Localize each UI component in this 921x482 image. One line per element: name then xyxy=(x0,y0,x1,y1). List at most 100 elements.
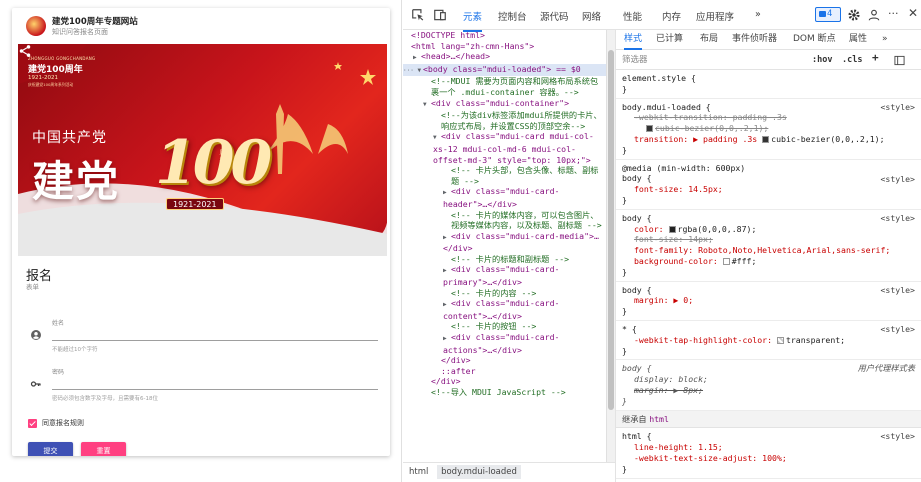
rule-source[interactable]: <style> xyxy=(880,213,915,224)
password-help: 密码必须包含数字及字母，且需要有6-18位 xyxy=(52,396,158,402)
dom-close-div-1[interactable]: </div> xyxy=(403,355,606,366)
dom-close-div-2[interactable]: </div> xyxy=(403,376,606,387)
tab-application[interactable]: 应用程序 xyxy=(696,9,734,23)
dom-head[interactable]: ▶ <head>…</head> xyxy=(403,51,606,64)
rule-media-body[interactable]: @media (min-width: 600px) body { <style>… xyxy=(616,160,921,210)
rule-universal[interactable]: * { <style> -webkit-tap-highlight-color:… xyxy=(616,321,921,361)
tab-sources[interactable]: 源代码 xyxy=(540,9,569,23)
name-field[interactable]: 姓名 不能超过10个字符 xyxy=(52,318,378,353)
devtools-toolbar: 元素 控制台 源代码 网络 性能 内存 应用程序 » 4 ··· ✕ xyxy=(403,0,921,32)
crumb-body[interactable]: body.mdui-loaded xyxy=(437,465,521,479)
styles-filter-input[interactable]: 筛选器 xyxy=(622,55,648,66)
name-help: 不能超过10个字符 xyxy=(52,347,98,353)
dom-body-selected[interactable]: ··· ▼ <body class="mdui-loaded"> == $0 xyxy=(403,63,606,77)
inspect-element-icon[interactable] xyxy=(411,8,425,22)
card-subtitle: 知识问答报名页面 xyxy=(52,28,108,36)
sidebar-toggle-icon[interactable] xyxy=(894,55,905,66)
dom-comment-7[interactable]: <!-- 卡片的按钮 --> xyxy=(403,321,606,332)
tab-performance[interactable]: 性能 xyxy=(623,9,642,23)
cls-toggle[interactable]: .cls xyxy=(842,55,862,66)
close-icon[interactable]: ✕ xyxy=(908,6,918,20)
dom-doctype[interactable]: <!DOCTYPE html> xyxy=(403,30,606,41)
filter-row: 筛选器 :hov .cls + xyxy=(616,50,921,70)
gear-icon[interactable] xyxy=(847,8,861,22)
key-icon xyxy=(30,381,41,387)
dom-comment-4[interactable]: <!-- 卡片的媒体内容，可以包含图片、视频等媒体内容，以及标题、副标题 --> xyxy=(403,210,606,231)
rule-element-style[interactable]: element.style { } xyxy=(616,70,921,99)
submit-button[interactable]: 提交 xyxy=(28,442,73,456)
device-toolbar-icon[interactable] xyxy=(433,8,447,22)
tab-dom-breakpoints[interactable]: DOM 断点 xyxy=(793,34,836,45)
reset-button[interactable]: 重置 xyxy=(81,442,126,456)
tab-event-listeners[interactable]: 事件侦听器 xyxy=(732,34,777,45)
dom-tree: <!DOCTYPE html> <html lang="zh-cmn-Hans"… xyxy=(403,30,606,462)
tab-styles-more[interactable]: » xyxy=(882,34,888,45)
password-input[interactable] xyxy=(52,376,378,390)
form-subtitle: 表单 xyxy=(26,283,39,291)
banner-line1: 建党100周年 xyxy=(28,65,83,75)
dom-card-actions[interactable]: ▶ <div class="mdui-card-actions">…</div> xyxy=(403,332,606,355)
rule-source[interactable]: <style> xyxy=(880,431,915,442)
tab-console[interactable]: 控制台 xyxy=(498,9,527,23)
rule-body-colors[interactable]: body { <style> color: rgba(0,0,0,.87); f… xyxy=(616,210,921,282)
tab-styles[interactable]: 样式 xyxy=(624,34,643,50)
dom-comment-1[interactable]: <!--MDUI 需要为页面内容和网格布局系统包裹一个 .mdui-contai… xyxy=(403,76,606,97)
password-label: 密码 xyxy=(52,369,65,376)
banner-zhou: 周年 xyxy=(218,149,225,163)
dom-comment-3[interactable]: <!-- 卡片头部，包含头像、标题、副标题 --> xyxy=(403,165,606,186)
banner-party-text: 中国共产党 xyxy=(32,130,107,146)
dom-scrollbar[interactable] xyxy=(606,30,615,462)
tab-layout[interactable]: 布局 xyxy=(700,34,718,45)
tab-network[interactable]: 网络 xyxy=(582,9,601,23)
banner-hundred: 100 xyxy=(155,128,272,198)
banner-line2: 1921-2021 xyxy=(28,75,58,81)
dom-scroll-thumb[interactable] xyxy=(608,50,614,410)
dom-card-primary[interactable]: ▶ <div class="mdui-card-primary">…</div> xyxy=(403,264,606,287)
dom-mdui-card[interactable]: ▼ <div class="mdui-card mdui-col-xs-12 md… xyxy=(403,131,606,165)
password-field[interactable]: 密码 密码必须包含数字及字母，且需要有6-18位 xyxy=(52,367,378,402)
page-preview: 建党100周年专题网站 知识问答报名页面 ZHONGGUO GONGCHANDA… xyxy=(0,0,402,482)
dom-card-header[interactable]: ▶ <div class="mdui-card-header">…</div> xyxy=(403,186,606,209)
more-options-icon[interactable]: ··· xyxy=(888,7,899,20)
rule-source[interactable]: <style> xyxy=(880,324,915,335)
dom-html[interactable]: <html lang="zh-cmn-Hans"> xyxy=(403,41,606,52)
banner-big-text: 建党 xyxy=(32,157,121,206)
crumb-html[interactable]: html xyxy=(409,467,428,477)
tab-elements[interactable]: 元素 xyxy=(463,9,483,32)
styles-tabs: 样式 已计算 布局 事件侦听器 DOM 断点 属性 » xyxy=(616,30,921,50)
feedback-icon[interactable] xyxy=(867,8,881,22)
rule-source[interactable]: <style> xyxy=(880,174,915,185)
signup-card: 建党100周年专题网站 知识问答报名页面 ZHONGGUO GONGCHANDA… xyxy=(12,8,390,456)
tab-more[interactable]: » xyxy=(755,9,761,20)
dom-comment-8[interactable]: <!--导入 MDUI JavaScript --> xyxy=(403,387,606,398)
banner-line3: 庆祝建党100周年系列活动 xyxy=(28,82,74,87)
rule-body-margin[interactable]: body { <style> margin: ▶ 0; } xyxy=(616,282,921,321)
agree-checkbox[interactable] xyxy=(28,419,37,428)
agree-label[interactable]: 同意报名规则 xyxy=(42,418,84,428)
dom-card-content[interactable]: ▶ <div class="mdui-card-content">…</div> xyxy=(403,298,606,321)
rule-body-mdui-loaded[interactable]: body.mdui-loaded { <style> -webkit-trans… xyxy=(616,99,921,160)
name-input[interactable] xyxy=(52,327,378,341)
new-rule-icon[interactable]: + xyxy=(872,52,879,64)
rule-source: 用户代理样式表 xyxy=(857,363,915,374)
dom-comment-6[interactable]: <!-- 卡片的内容 --> xyxy=(403,288,606,299)
card-header: 建党100周年专题网站 知识问答报名页面 xyxy=(12,8,390,44)
tab-computed[interactable]: 已计算 xyxy=(656,34,683,45)
tab-properties[interactable]: 属性 xyxy=(849,34,867,45)
dom-comment-5[interactable]: <!-- 卡片的标题和副标题 --> xyxy=(403,254,606,265)
dom-card-media[interactable]: ▶ <div class="mdui-card-media">…</div> xyxy=(403,231,606,254)
card-title: 建党100周年专题网站 xyxy=(52,17,138,27)
dom-mdui-container[interactable]: ▼ <div class="mdui-container"> xyxy=(403,98,606,111)
dom-after-pseudo[interactable]: ::after xyxy=(403,366,606,377)
tab-memory[interactable]: 内存 xyxy=(662,9,681,23)
issues-badge[interactable]: 4 xyxy=(815,7,841,22)
banner-years-badge: 1921-2021 xyxy=(166,198,224,210)
rule-source[interactable]: <style> xyxy=(880,285,915,296)
hov-toggle[interactable]: :hov xyxy=(812,55,832,66)
rule-source[interactable]: <style> xyxy=(880,102,915,113)
dom-comment-2[interactable]: <!--为该div标签添加mdui所提供的卡片、响应式布局，并设置CSS的顶部空… xyxy=(403,110,606,131)
rule-user-agent[interactable]: body { 用户代理样式表 display: block; margin: ▶… xyxy=(616,360,921,411)
anniversary-banner: ZHONGGUO GONGCHANDANG 建党100周年 1921-2021 … xyxy=(18,44,387,256)
share-icon[interactable] xyxy=(18,44,32,58)
rule-html[interactable]: html { <style> line-height: 1.15; -webki… xyxy=(616,428,921,479)
